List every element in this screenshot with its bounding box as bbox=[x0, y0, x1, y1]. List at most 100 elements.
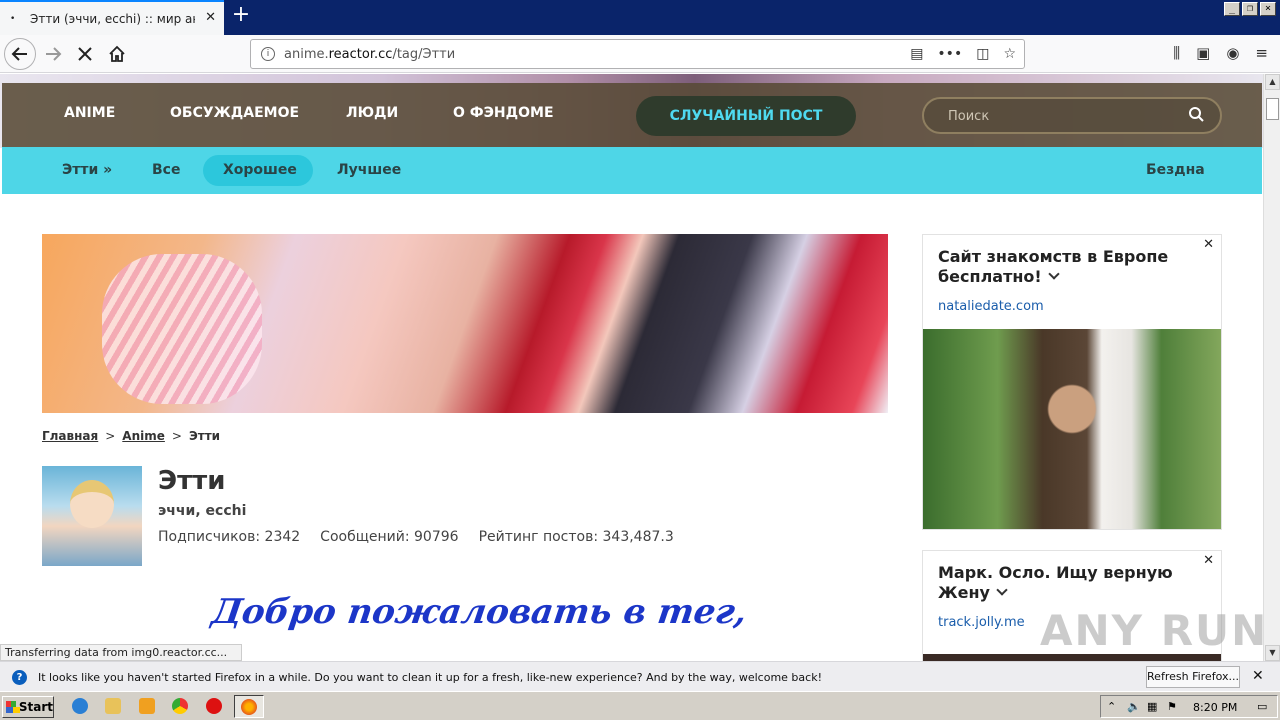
tag-avatar bbox=[42, 466, 142, 566]
nav-people[interactable]: ЛЮДИ bbox=[346, 105, 398, 121]
ad-title-text: Марк. Осло. Ищу верную Жену bbox=[938, 563, 1173, 602]
vertical-scrollbar[interactable]: ▲ ▼ bbox=[1263, 74, 1280, 661]
site-info-icon[interactable]: i bbox=[261, 47, 275, 61]
forward-button[interactable] bbox=[38, 40, 68, 68]
subscribers-count: Подписчиков: 2342 bbox=[158, 529, 301, 545]
ad-close-icon[interactable]: ✕ bbox=[1203, 237, 1214, 252]
ad-photo[interactable] bbox=[923, 329, 1221, 529]
search-icon[interactable] bbox=[1188, 106, 1204, 122]
subnav-all[interactable]: Все bbox=[152, 162, 180, 178]
scroll-thumb[interactable] bbox=[1266, 98, 1279, 120]
question-icon: ? bbox=[12, 670, 27, 685]
scroll-up-icon[interactable]: ▲ bbox=[1265, 74, 1280, 90]
ie-icon[interactable] bbox=[72, 698, 88, 714]
notification-close-icon[interactable]: ✕ bbox=[1252, 668, 1264, 684]
ad-block-1[interactable]: ✕ Сайт знакомств в Европе бесплатно! nat… bbox=[922, 234, 1222, 530]
search-input[interactable] bbox=[948, 107, 1168, 125]
tab-close-icon[interactable]: ✕ bbox=[205, 10, 216, 25]
main-nav: ANIME ОБСУЖДАЕМОЕ ЛЮДИ О ФЭНДОМЕ СЛУЧАЙН… bbox=[2, 83, 1262, 147]
url-path: /tag/Этти bbox=[392, 46, 456, 62]
nav-about-fandom[interactable]: О ФЭНДОМЕ bbox=[453, 105, 554, 121]
back-arrow-icon bbox=[11, 47, 27, 61]
window-controls: _ ❐ × bbox=[1224, 2, 1276, 16]
avatar-art bbox=[70, 480, 114, 528]
notification-bar: ? It looks like you haven't started Fire… bbox=[0, 661, 1280, 691]
show-desktop-icon[interactable]: ▭ bbox=[1257, 700, 1267, 713]
bookmark-star-icon[interactable]: ☆ bbox=[1003, 46, 1016, 62]
menu-icon[interactable]: ≡ bbox=[1255, 44, 1268, 62]
tab-title: Этти (эччи, ecchi) :: мир аниме / bbox=[30, 11, 195, 26]
close-window-button[interactable]: × bbox=[1260, 2, 1276, 16]
subnav-abyss[interactable]: Бездна bbox=[1146, 162, 1205, 178]
tray-arrow-icon[interactable]: ⌃ bbox=[1107, 700, 1116, 713]
account-icon[interactable]: ◉ bbox=[1226, 44, 1239, 62]
refresh-firefox-button[interactable]: Refresh Firefox... bbox=[1146, 666, 1240, 688]
sub-nav: Этти » Все Хорошее Лучшее Бездна bbox=[2, 147, 1262, 194]
address-bar[interactable]: i anime.reactor.cc/tag/Этти ▤ ••• ◫ ☆ bbox=[250, 39, 1025, 69]
breadcrumb-anime[interactable]: Anime bbox=[122, 429, 165, 443]
tag-hero-image bbox=[42, 234, 888, 413]
url-actions: ▤ ••• ◫ ☆ bbox=[910, 46, 1016, 62]
url-text: anime.reactor.cc/tag/Этти bbox=[284, 47, 455, 62]
browser-tab-strip: • Этти (эччи, ecchi) :: мир аниме / ✕ + … bbox=[0, 0, 1280, 35]
ad-title-text: Сайт знакомств в Европе бесплатно! bbox=[938, 247, 1169, 286]
tag-title: Этти bbox=[158, 466, 226, 496]
windows-logo-icon bbox=[6, 701, 20, 713]
ad-domain[interactable]: nataliedate.com bbox=[938, 299, 1044, 314]
flag-icon[interactable]: ⚑ bbox=[1167, 700, 1177, 713]
chevron-down-icon bbox=[1048, 268, 1060, 280]
ad-photo[interactable] bbox=[923, 654, 1221, 661]
url-host: reactor.cc bbox=[328, 46, 393, 62]
browser-toolbar: i anime.reactor.cc/tag/Этти ▤ ••• ◫ ☆ ⫼ … bbox=[0, 35, 1280, 73]
start-label: Start bbox=[18, 700, 53, 714]
stop-button[interactable] bbox=[70, 40, 100, 68]
page-actions-icon[interactable]: ••• bbox=[937, 46, 962, 62]
hero-art-detail bbox=[102, 254, 262, 404]
ad-close-icon[interactable]: ✕ bbox=[1203, 553, 1214, 568]
tag-aliases: эччи, ecchi bbox=[158, 503, 247, 519]
nav-anime[interactable]: ANIME bbox=[64, 105, 115, 121]
start-button[interactable]: Start bbox=[2, 696, 54, 718]
back-button[interactable] bbox=[4, 38, 36, 70]
clock[interactable]: 8:20 PM bbox=[1193, 701, 1237, 714]
posts-rating: Рейтинг постов: 343,487.3 bbox=[478, 529, 674, 545]
media-player-icon[interactable] bbox=[139, 698, 155, 714]
chevron-down-icon bbox=[996, 584, 1008, 596]
sidebar-icon[interactable]: ▣ bbox=[1196, 44, 1210, 62]
notification-message: It looks like you haven't started Firefo… bbox=[38, 671, 822, 684]
watermark-logo: ANY RUN bbox=[1040, 606, 1269, 655]
subnav-best[interactable]: Лучшее bbox=[337, 162, 401, 178]
opera-icon[interactable] bbox=[206, 698, 222, 714]
ad-title[interactable]: Марк. Осло. Ищу верную Жену bbox=[938, 563, 1198, 603]
system-tray: ⌃ 🔈 ▦ ⚑ 8:20 PM ▭ bbox=[1100, 695, 1278, 718]
ad-domain[interactable]: track.jolly.me bbox=[938, 615, 1025, 630]
breadcrumb-home[interactable]: Главная bbox=[42, 429, 98, 443]
explorer-icon[interactable] bbox=[105, 698, 121, 714]
home-icon bbox=[109, 45, 125, 62]
subnav-tag-link[interactable]: Этти » bbox=[62, 162, 112, 178]
taskbar: Start ⌃ 🔈 ▦ ⚑ 8:20 PM ▭ bbox=[0, 691, 1280, 720]
status-bar: Transferring data from img0.reactor.cc..… bbox=[0, 644, 242, 661]
firefox-taskbar-button[interactable] bbox=[234, 695, 264, 718]
new-tab-button[interactable]: + bbox=[230, 4, 252, 28]
volume-icon[interactable]: 🔈 bbox=[1127, 700, 1141, 713]
minimize-button[interactable]: _ bbox=[1224, 2, 1240, 16]
library-icon[interactable]: ⫼ bbox=[1173, 44, 1180, 62]
home-button[interactable] bbox=[102, 40, 132, 68]
firefox-icon bbox=[241, 699, 257, 715]
breadcrumb-current: Этти bbox=[188, 429, 221, 443]
restore-button[interactable]: ❐ bbox=[1242, 2, 1258, 16]
page-viewport: ANIME ОБСУЖДАЕМОЕ ЛЮДИ О ФЭНДОМЕ СЛУЧАЙН… bbox=[0, 74, 1263, 661]
chrome-icon[interactable] bbox=[172, 698, 188, 714]
pocket-icon[interactable]: ◫ bbox=[976, 46, 989, 62]
random-post-button[interactable]: СЛУЧАЙНЫЙ ПОСТ bbox=[636, 96, 856, 136]
subnav-good[interactable]: Хорошее bbox=[223, 162, 297, 178]
breadcrumb-separator: > bbox=[105, 429, 116, 443]
browser-tab[interactable]: • Этти (эччи, ecchi) :: мир аниме / ✕ bbox=[0, 0, 224, 35]
reader-view-icon[interactable]: ▤ bbox=[910, 46, 923, 62]
ad-title[interactable]: Сайт знакомств в Европе бесплатно! bbox=[938, 247, 1198, 287]
breadcrumb-separator: > bbox=[171, 429, 182, 443]
network-icon[interactable]: ▦ bbox=[1147, 700, 1157, 713]
nav-discussed[interactable]: ОБСУЖДАЕМОЕ bbox=[170, 105, 299, 121]
tag-stats: Подписчиков: 2342 Сообщений: 90796 Рейти… bbox=[158, 529, 674, 545]
